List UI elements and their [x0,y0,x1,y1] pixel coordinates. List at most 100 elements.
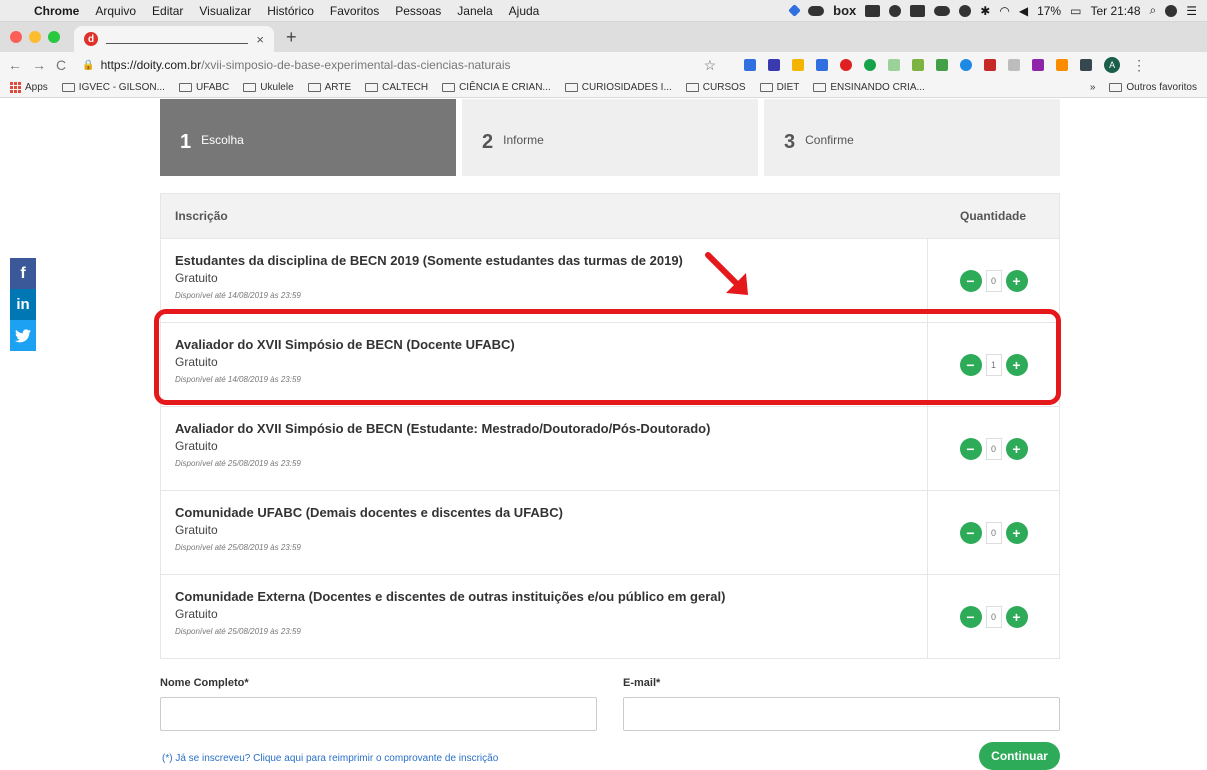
increase-quantity-button[interactable]: + [1005,437,1028,460]
bookmark-star-icon[interactable]: ☆ [704,57,717,74]
registration-table: Inscrição Quantidade Estudantes da disci… [160,193,1060,659]
back-arrow-icon[interactable]: ← [8,57,22,73]
bluetooth-icon[interactable]: ✱ [980,4,990,18]
extension-puzzle-icon[interactable] [912,59,925,71]
extension-badge-icon[interactable] [984,59,997,71]
bookmark-folder[interactable]: IGVEC - GILSON... [61,82,165,93]
quantity-value[interactable]: 0 [985,437,1002,460]
table-row: Avaliador do XVII Simpósio de BECN (Estu… [161,406,1059,490]
bookmark-folder[interactable]: UFABC [178,82,229,93]
opera-extension-icon[interactable] [840,59,853,71]
time-machine-icon[interactable] [959,4,972,17]
linkedin-share-icon[interactable]: in [10,289,36,320]
menu-tray-icon[interactable] [910,4,926,17]
volume-icon[interactable]: ◀ [1019,4,1028,18]
spotlight-search-icon[interactable]: ⌕ [1150,3,1157,18]
folder-icon [307,83,321,92]
full-name-input[interactable] [160,697,597,731]
extension-orange-icon[interactable] [1056,59,1069,71]
facebook-share-icon[interactable]: f [10,258,36,289]
cloud-icon[interactable] [808,5,825,16]
bookmark-folder[interactable]: Ukulele [243,82,294,93]
bookmark-folder[interactable]: CURSOS [685,82,746,93]
menu-historico[interactable]: Histórico [259,4,322,18]
increase-quantity-button[interactable]: + [1005,605,1028,628]
battery-icon[interactable]: ▭ [1070,4,1081,18]
profile-avatar[interactable]: A [1104,57,1121,73]
reprint-receipt-link[interactable]: (*) Já se inscreveu? Clique aqui para re… [162,753,498,764]
extension-arrow-icon[interactable] [744,59,757,71]
notification-center-icon[interactable]: ☰ [1186,4,1197,18]
menu-pessoas[interactable]: Pessoas [387,4,449,18]
quantity-value[interactable]: 0 [985,269,1002,292]
email-input[interactable] [623,697,1060,731]
grammarly-icon[interactable] [864,59,877,71]
ticket-name: Estudantes da disciplina de BECN 2019 (S… [175,253,683,268]
bookmark-folder[interactable]: ENSINANDO CRIA... [813,82,925,93]
menu-ajuda[interactable]: Ajuda [501,4,548,18]
quantity-value[interactable]: 0 [985,521,1002,544]
menu-janela[interactable]: Janela [449,4,500,18]
ticket-price: Gratuito [175,523,218,537]
clock[interactable]: Ter 21:48 [1090,4,1140,18]
decrease-quantity-button[interactable]: − [959,521,982,544]
folder-icon [813,83,827,92]
box-icon[interactable]: box [833,3,856,18]
dropbox-extension-icon[interactable] [816,59,829,71]
bookmark-other-favorites[interactable]: Outros favoritos [1109,82,1197,93]
extension-check-icon[interactable] [1032,59,1045,71]
extension-leaf-icon[interactable] [936,59,949,71]
bookmark-apps[interactable]: Apps [10,82,48,93]
extensions-bar: A ⋮ [732,57,1146,74]
decrease-quantity-button[interactable]: − [959,437,982,460]
minimize-window-button[interactable] [29,31,41,43]
close-tab-icon[interactable]: × [256,32,264,47]
reload-icon[interactable]: C [56,57,66,73]
siri-icon[interactable] [1165,4,1178,17]
chrome-menu-icon[interactable]: ⋮ [1132,57,1146,74]
dropbox-icon[interactable] [788,4,802,17]
quantity-stepper: − 0 + [927,575,1059,658]
page-content: 1 Escolha 2 Informe 3 Confirme f in Insc… [0,99,1207,770]
bookmark-folder[interactable]: ARTE [307,82,352,93]
browser-tab[interactable]: d × [74,26,274,52]
extension-gray-icon[interactable] [1008,59,1021,71]
doity-favicon-icon: d [84,32,98,46]
close-window-button[interactable] [10,31,22,43]
menu-editar[interactable]: Editar [144,4,191,18]
forward-arrow-icon[interactable]: → [32,57,46,73]
menu-favoritos[interactable]: Favoritos [322,4,387,18]
battery-percent[interactable]: 17% [1037,4,1061,18]
address-bar[interactable]: 🔒 https://doity.com.br/xvii-simposio-de-… [76,54,722,76]
folder-icon [61,83,75,92]
bookmark-label: ARTE [324,82,352,93]
bookmarks-overflow-button[interactable]: » [1090,82,1096,93]
cloud-sync-icon[interactable] [934,5,951,16]
highlight-annotation-box [154,309,1061,405]
extension-f-icon[interactable] [888,59,901,71]
wifi-icon[interactable]: ◠ [999,4,1009,18]
increase-quantity-button[interactable]: + [1005,521,1028,544]
google-drive-icon[interactable] [792,59,805,71]
bookmark-folder[interactable]: CIÊNCIA E CRIAN... [442,82,551,93]
bookmark-folder[interactable]: CURIOSIDADES I... [564,82,672,93]
bookmark-folder[interactable]: DIET [759,82,799,93]
extension-calendar-icon[interactable] [768,59,781,71]
creative-cloud-icon[interactable] [889,4,902,17]
quantity-value[interactable]: 0 [985,605,1002,628]
new-tab-button[interactable]: + [274,27,297,52]
decrease-quantity-button[interactable]: − [959,605,982,628]
menu-arquivo[interactable]: Arquivo [87,4,144,18]
app-tray-icon[interactable] [865,4,881,17]
extension-dark-icon[interactable] [1080,59,1093,71]
extension-dot-icon[interactable] [960,59,973,71]
zoom-window-button[interactable] [48,31,60,43]
increase-quantity-button[interactable]: + [1005,269,1028,292]
decrease-quantity-button[interactable]: − [959,269,982,292]
bookmark-folder[interactable]: CALTECH [365,82,428,93]
continue-button[interactable]: Continuar [979,742,1060,770]
twitter-share-icon[interactable] [10,320,36,351]
menu-visualizar[interactable]: Visualizar [191,4,259,18]
step-informe: 2 Informe [462,99,758,176]
menu-app-chrome[interactable]: Chrome [30,4,87,18]
